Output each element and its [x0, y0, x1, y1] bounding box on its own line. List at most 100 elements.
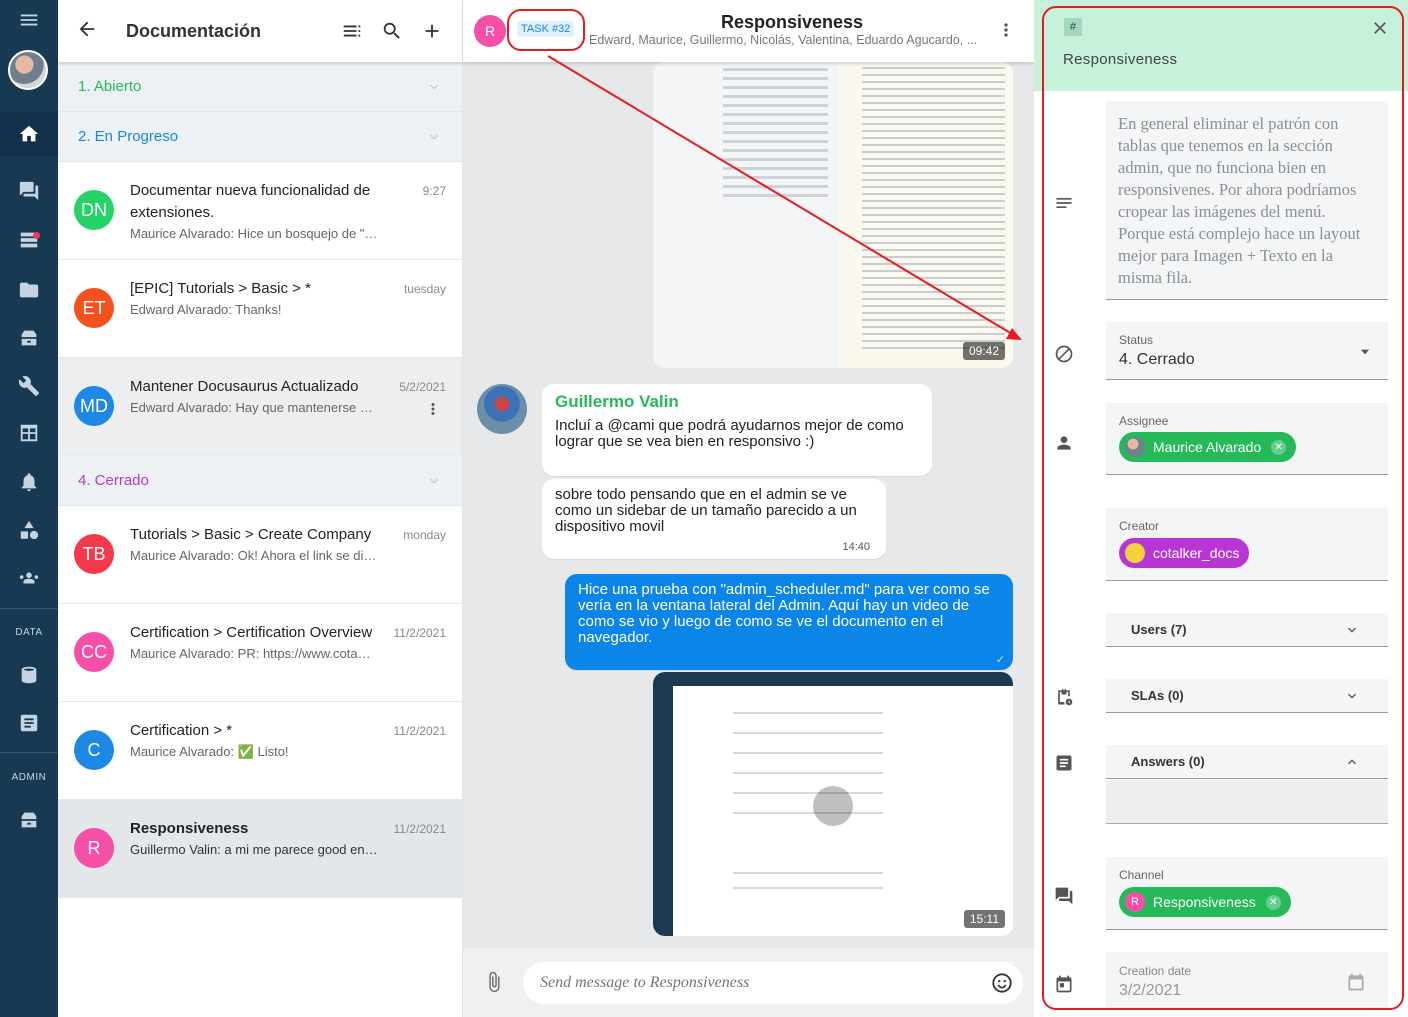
task-tag[interactable]: TASK #32: [517, 21, 575, 37]
calendar-icon[interactable]: [1346, 972, 1366, 997]
screenshot-doc-pane: [653, 62, 838, 368]
close-icon[interactable]: [1370, 18, 1390, 43]
list-item[interactable]: TB Tutorials > Basic > Create Company mon…: [58, 506, 462, 604]
channel-field: Channel R Responsiveness ✕: [1106, 857, 1388, 930]
message-bubble: sobre todo pensando que en el admin se v…: [542, 479, 886, 559]
assignee-chip[interactable]: Maurice Alvarado ✕: [1119, 432, 1297, 462]
database-icon[interactable]: [0, 655, 58, 695]
item-time: 9:27: [422, 184, 446, 198]
message-time: 15:11: [963, 910, 1005, 928]
avatar: CC: [74, 632, 114, 672]
item-name: Certification > *: [130, 722, 233, 739]
clipboard-clock-icon: [1054, 687, 1074, 712]
sender-avatar[interactable]: [477, 384, 527, 434]
item-preview: Maurice Alvarado: ✅ Listo!: [130, 744, 289, 759]
more-vert-icon[interactable]: [996, 20, 1016, 45]
avatar: R: [74, 828, 114, 868]
admin-section-label: ADMIN: [11, 772, 47, 783]
user-avatar[interactable]: [8, 50, 48, 90]
creation-date-field: Creation date 3/2/2021: [1106, 952, 1388, 1010]
message-input[interactable]: [523, 962, 963, 1004]
field-value: 4. Cerrado: [1119, 351, 1195, 368]
inventory-icon[interactable]: [0, 318, 58, 358]
menu-icon[interactable]: [0, 0, 58, 40]
form-icon[interactable]: [0, 703, 58, 743]
list-item-selected[interactable]: R Responsiveness 11/2/2021 Guillermo Vali…: [58, 800, 462, 898]
sender-name[interactable]: Guillermo Valin: [555, 392, 679, 412]
chevron-down-icon: [426, 129, 442, 145]
chevron-down-icon: [426, 79, 442, 95]
field-label: Creation date: [1119, 964, 1192, 978]
list-item[interactable]: DN Documentar nueva funcionalidad de ext…: [58, 162, 462, 260]
back-arrow-icon[interactable]: [76, 18, 98, 45]
list-header: Documentación: [58, 0, 462, 62]
admin-icon[interactable]: [0, 800, 58, 840]
field-label: Assignee: [1119, 414, 1169, 428]
users-accordion[interactable]: Users (7): [1106, 613, 1388, 647]
rail-divider: [0, 752, 58, 753]
folder-icon[interactable]: [0, 270, 58, 310]
message-time: 14:40: [842, 541, 870, 553]
message-text: sobre todo pensando que en el admin se v…: [555, 486, 857, 535]
item-name: Tutorials > Basic > Create Company: [130, 526, 372, 543]
message-text: Hice una prueba con "admin_scheduler.md"…: [578, 581, 990, 646]
filter-list-icon[interactable]: [332, 20, 372, 42]
group-header-open[interactable]: 1. Abierto: [58, 62, 462, 112]
assignee-field[interactable]: Assignee Maurice Alvarado ✕: [1106, 403, 1388, 475]
slas-accordion[interactable]: SLAs (0): [1106, 679, 1388, 713]
image-message[interactable]: 09:42: [653, 62, 1013, 368]
chevron-down-icon: [1344, 622, 1360, 643]
item-preview: Edward Alvarado: Thanks!: [130, 302, 282, 317]
panel-title: Responsiveness: [1063, 51, 1178, 68]
channel-list: Documentación 1. Abierto 2. En Progreso …: [58, 0, 463, 1017]
message-composer: [463, 948, 1034, 1017]
more-vert-icon[interactable]: [424, 400, 442, 423]
wrench-icon[interactable]: [0, 366, 58, 406]
chevron-up-icon: [1344, 754, 1360, 775]
tasks-icon[interactable]: [0, 220, 58, 260]
bell-icon[interactable]: [0, 462, 58, 502]
item-name: Mantener Docusaurus Actualizado: [130, 378, 359, 395]
item-time: 5/2/2021: [399, 380, 446, 394]
chevron-down-icon: [426, 473, 442, 489]
video-message[interactable]: 15:11: [653, 672, 1013, 936]
dropdown-arrow-icon: [1358, 345, 1372, 364]
field-value: 3/2/2021: [1119, 982, 1182, 999]
channel-avatar[interactable]: R: [474, 15, 506, 47]
avatar: C: [74, 730, 114, 770]
table-icon[interactable]: [0, 413, 58, 453]
home-icon[interactable]: [0, 112, 58, 156]
creator-field: Creator cotalker_docs: [1106, 508, 1388, 581]
item-time: 11/2/2021: [393, 626, 447, 640]
people-icon[interactable]: [0, 558, 58, 598]
creator-chip[interactable]: cotalker_docs: [1119, 538, 1250, 568]
status-select[interactable]: Status 4. Cerrado: [1106, 322, 1388, 380]
play-icon[interactable]: [813, 786, 853, 826]
item-time: monday: [403, 528, 446, 542]
field-label: Status: [1119, 333, 1154, 347]
item-name: [EPIC] Tutorials > Basic > *: [130, 280, 311, 297]
own-message-bubble: Hice una prueba con "admin_scheduler.md"…: [565, 574, 1013, 670]
attach-icon[interactable]: [483, 970, 505, 999]
shapes-icon[interactable]: [0, 510, 58, 550]
answers-accordion[interactable]: Answers (0): [1106, 745, 1388, 779]
chat-header: R TASK #32 Responsiveness Edward, Mauric…: [463, 0, 1034, 62]
emoji-icon[interactable]: [991, 972, 1013, 999]
search-icon[interactable]: [372, 20, 412, 42]
avatar: MD: [74, 386, 114, 426]
add-icon[interactable]: [412, 20, 452, 42]
description-field[interactable]: En general eliminar el patrón con tablas…: [1106, 101, 1388, 300]
chat-icon[interactable]: [0, 171, 58, 211]
item-preview: Maurice Alvarado: Hice un bosquejo de "U…: [130, 226, 378, 241]
remove-icon[interactable]: ✕: [1265, 894, 1281, 910]
group-label: 1. Abierto: [78, 78, 142, 95]
message-bubble: Guillermo Valin Incluí a @cami que podrá…: [542, 384, 932, 476]
group-header-in-progress[interactable]: 2. En Progreso: [58, 112, 462, 162]
list-item[interactable]: ET [EPIC] Tutorials > Basic > * tuesday E…: [58, 260, 462, 358]
group-header-closed[interactable]: 4. Cerrado: [58, 456, 462, 506]
list-item[interactable]: CC Certification > Certification Overvie…: [58, 604, 462, 702]
remove-icon[interactable]: ✕: [1271, 439, 1287, 455]
list-item[interactable]: C Certification > * 11/2/2021 Maurice Alv…: [58, 702, 462, 800]
list-item[interactable]: MD Mantener Docusaurus Actualizado 5/2/20…: [58, 358, 462, 456]
channel-chip[interactable]: R Responsiveness ✕: [1119, 887, 1291, 917]
